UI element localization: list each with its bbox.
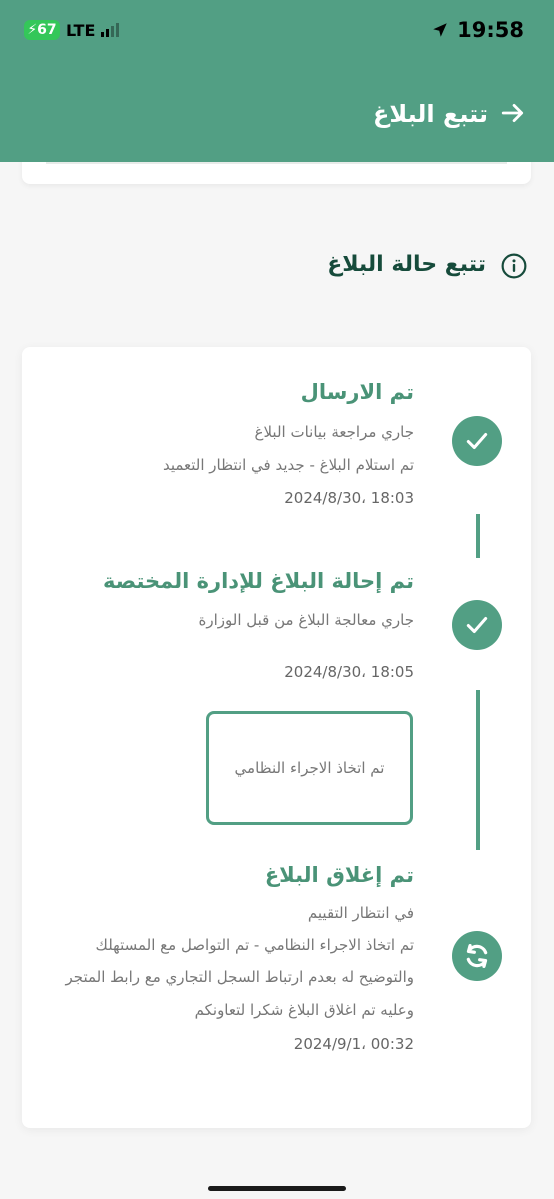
step-2-date: 2024/8/30، 18:05 — [284, 663, 414, 681]
status-time-group: 19:58 — [431, 18, 524, 42]
home-indicator[interactable] — [208, 1186, 346, 1191]
page-title: تتبع البلاغ — [372, 100, 488, 128]
info-icon[interactable] — [501, 253, 527, 279]
step-3-date: 2024/9/1، 00:32 — [293, 1035, 414, 1053]
step-1-date: 2024/8/30، 18:03 — [284, 489, 414, 507]
step-3-status — [452, 931, 502, 981]
step-1-line-1: جاري مراجعة بيانات البلاغ — [254, 423, 414, 441]
step-1-line-2: تم استلام البلاغ - جديد في انتظار التعمي… — [162, 456, 414, 474]
arrow-right-icon[interactable] — [500, 100, 526, 126]
step-1-title: تم الارسال — [300, 380, 414, 404]
action-note-box: تم اتخاذ الاجراء النظامي — [206, 711, 413, 825]
step-2-status — [452, 600, 502, 650]
step-3-line-3: والتوضيح له بعدم ارتباط السجل التجاري مع… — [65, 968, 415, 986]
step-3-line-4: وعليه تم اغلاق البلاغ شكرا لتعاونكم — [194, 1001, 414, 1019]
step-3-line-1: في انتظار التقييم — [307, 904, 414, 922]
signal-strength-icon — [101, 23, 120, 37]
check-icon — [466, 432, 488, 450]
status-bar: ⚡ 67 LTE 19:58 — [0, 0, 554, 70]
step-3-line-2: تم اتخاذ الاجراء النظامي - تم التواصل مع… — [95, 936, 414, 954]
refresh-icon — [466, 944, 488, 968]
battery-indicator: ⚡ 67 — [24, 20, 60, 40]
step-2-line-1: جاري معالجة البلاغ من قبل الوزارة — [198, 611, 414, 629]
section-title: تتبع حالة البلاغ — [327, 252, 486, 277]
network-type: LTE — [66, 20, 96, 40]
app-header: تتبع البلاغ — [0, 70, 554, 162]
step-2-title: تم إحالة البلاغ للإدارة المختصة — [103, 569, 414, 593]
charging-bolt-icon: ⚡ — [27, 22, 38, 38]
check-icon — [466, 616, 488, 634]
step-1-status — [452, 416, 502, 466]
divider — [46, 162, 507, 164]
clock-time: 19:58 — [457, 18, 524, 42]
timeline-connector — [476, 514, 480, 558]
location-arrow-icon — [433, 23, 447, 37]
tracking-card: تم الارسال جاري مراجعة بيانات البلاغ تم … — [22, 347, 531, 1128]
battery-level: 67 — [37, 22, 57, 38]
status-indicators: ⚡ 67 LTE — [24, 20, 120, 40]
timeline-connector — [476, 690, 480, 850]
action-note-text: تم اتخاذ الاجراء النظامي — [234, 759, 385, 777]
step-3-title: تم إغلاق البلاغ — [264, 863, 414, 887]
